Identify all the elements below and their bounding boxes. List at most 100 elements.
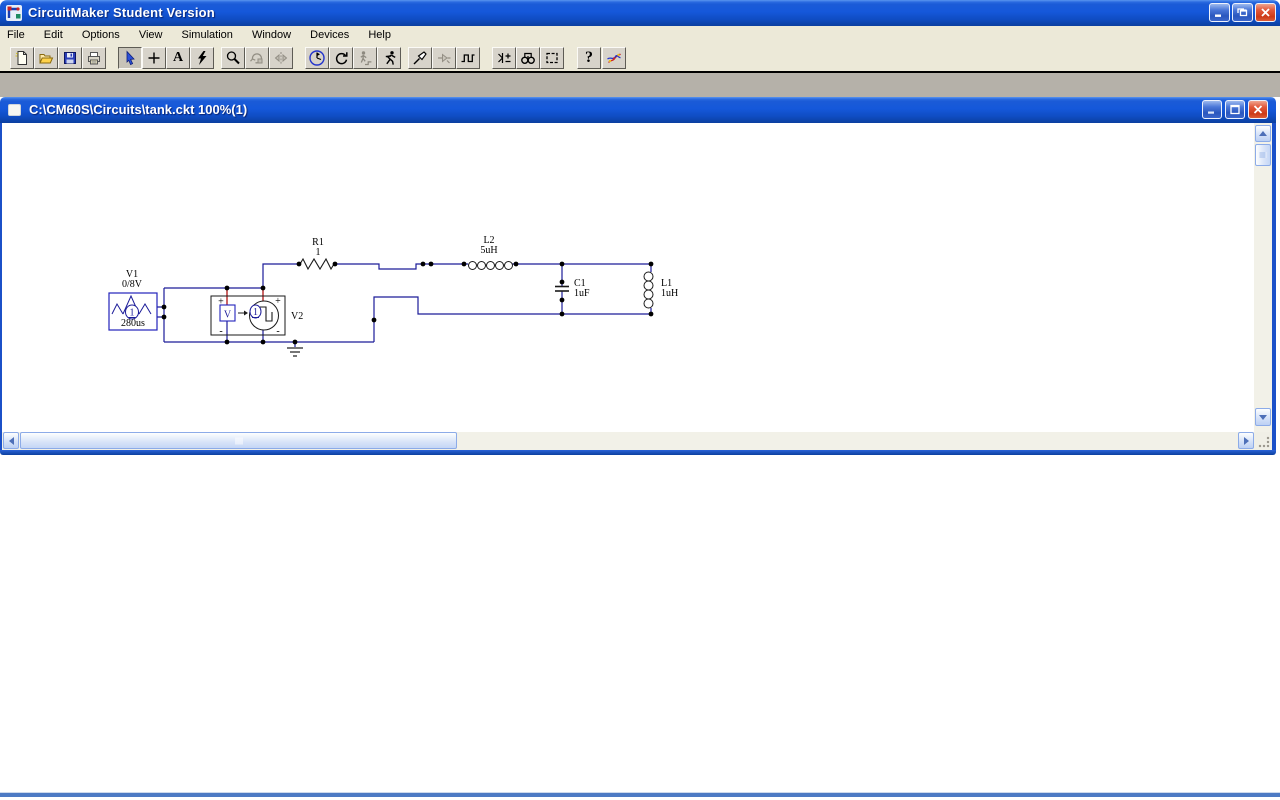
help-icon: ? [585, 49, 593, 66]
meter-icon [309, 50, 325, 66]
component-l2[interactable]: L2 5uH [468, 235, 513, 270]
document-window-bottom-border [0, 450, 1276, 455]
delete-lightning-icon [198, 51, 207, 65]
menu-options[interactable]: Options [74, 26, 128, 45]
component-v1[interactable]: V1 0/8V 1 280us [108, 269, 158, 331]
menu-devices[interactable]: Devices [302, 26, 357, 45]
reset-button[interactable] [329, 47, 353, 69]
reset-icon [335, 52, 348, 65]
document-titlebar: C:\CM60S\Circuits\tank.ckt 100%(1) [0, 97, 1276, 123]
device-params-icon [498, 53, 511, 63]
c1-value-label: 1uF [574, 288, 590, 299]
menu-view[interactable]: View [131, 26, 171, 45]
v1-param-label: 280us [121, 318, 145, 329]
menu-help[interactable]: Help [360, 26, 399, 45]
help-button[interactable]: ? [577, 47, 601, 69]
circuitmaker-logo-icon [6, 5, 22, 21]
device-params-button[interactable] [492, 47, 516, 69]
ground-symbol[interactable] [287, 347, 303, 357]
v2-source-letter: V [224, 310, 232, 321]
main-titlebar: CircuitMaker Student Version [0, 0, 1280, 26]
wire-tool-button[interactable] [142, 47, 166, 69]
vertical-scroll-thumb[interactable] [1255, 144, 1271, 166]
menu-edit[interactable]: Edit [36, 26, 71, 45]
text-tool-icon: A [172, 50, 184, 65]
application-window: CircuitMaker Student Version File Edit O… [0, 0, 1280, 800]
find-button[interactable] [516, 47, 540, 69]
schematic-canvas[interactable]: V1 0/8V 1 280us + + - - V 1 V2 R1 1 L2 5… [2, 123, 1254, 432]
waveforms-button[interactable] [456, 47, 480, 69]
scroll-left-button[interactable] [3, 432, 19, 449]
probe-tool-button[interactable] [408, 47, 432, 69]
macro-button[interactable] [540, 47, 564, 69]
v2-pin-label: 1 [253, 307, 258, 318]
component-l1[interactable]: L1 1uH [643, 271, 678, 309]
menu-window[interactable]: Window [244, 26, 299, 45]
doc-minimize-button[interactable] [1202, 100, 1222, 119]
junction-dots [161, 261, 654, 345]
close-icon [1261, 8, 1270, 17]
search-binoculars-icon [521, 52, 535, 65]
zoom-icon [226, 51, 240, 65]
mirror-button[interactable] [269, 47, 293, 69]
chevron-right-icon [1243, 436, 1249, 445]
horizontal-scrollbar[interactable] [2, 432, 1254, 450]
select-tool-button[interactable] [118, 47, 142, 69]
new-document-button[interactable] [10, 47, 34, 69]
run-icon [385, 51, 396, 65]
scroll-up-button[interactable] [1255, 125, 1271, 142]
app-title: CircuitMaker Student Version [28, 5, 215, 20]
step-button[interactable] [353, 47, 377, 69]
rotate-button[interactable] [245, 47, 269, 69]
v2-plus-right: + [275, 296, 281, 307]
macro-icon [546, 52, 558, 64]
thumb-grip [235, 437, 242, 444]
menu-simulation[interactable]: Simulation [174, 26, 241, 45]
rotate-icon [250, 53, 263, 64]
delete-tool-button[interactable] [190, 47, 214, 69]
run-button[interactable] [377, 47, 401, 69]
chevron-left-icon [8, 436, 14, 445]
probe-icon [413, 51, 427, 65]
v1-value-label: 0/8V [122, 279, 143, 290]
v1-pin-label: 1 [130, 308, 135, 319]
open-file-button[interactable] [34, 47, 58, 69]
open-file-icon [39, 54, 54, 64]
menu-file[interactable]: File [0, 26, 33, 45]
r1-value-label: 1 [316, 247, 321, 258]
document-body: V1 0/8V 1 280us + + - - V 1 V2 R1 1 L2 5… [0, 123, 1276, 450]
mixed-mode-button[interactable] [602, 47, 626, 69]
toolbar: A ? [0, 45, 1280, 71]
v2-minus-left: - [219, 326, 222, 337]
doc-minimize-icon [1208, 111, 1214, 114]
scrollbar-corner[interactable] [1254, 432, 1272, 450]
save-button[interactable] [58, 47, 82, 69]
chevron-up-icon [1259, 131, 1267, 136]
analog-meter-button[interactable] [305, 47, 329, 69]
doc-close-button[interactable] [1248, 100, 1268, 119]
scroll-down-button[interactable] [1255, 408, 1271, 426]
doc-close-icon [1253, 105, 1263, 114]
probe-disabled-button[interactable] [432, 47, 456, 69]
chevron-down-icon [1259, 414, 1267, 420]
minimize-button[interactable] [1209, 3, 1230, 22]
wire-plus-icon [148, 52, 160, 64]
component-r1[interactable]: R1 1 [299, 237, 335, 271]
resize-grip-icon [1258, 436, 1270, 448]
print-button[interactable] [82, 47, 106, 69]
zoom-tool-button[interactable] [221, 47, 245, 69]
doc-maximize-icon [1230, 104, 1240, 115]
document-icon [8, 104, 21, 116]
l2-value-label: 5uH [480, 245, 497, 256]
scroll-right-button[interactable] [1238, 432, 1254, 449]
vertical-scrollbar[interactable] [1254, 123, 1272, 432]
screen-bottom-edge [0, 793, 1280, 797]
thumb-grip [1259, 152, 1267, 158]
restore-button[interactable] [1232, 3, 1253, 22]
text-tool-button[interactable]: A [166, 47, 190, 69]
close-button[interactable] [1255, 3, 1276, 22]
doc-maximize-button[interactable] [1225, 100, 1245, 119]
horizontal-scroll-thumb[interactable] [20, 432, 457, 449]
mirror-icon [274, 52, 288, 64]
component-v2[interactable]: + + - - V 1 V2 [210, 295, 303, 337]
